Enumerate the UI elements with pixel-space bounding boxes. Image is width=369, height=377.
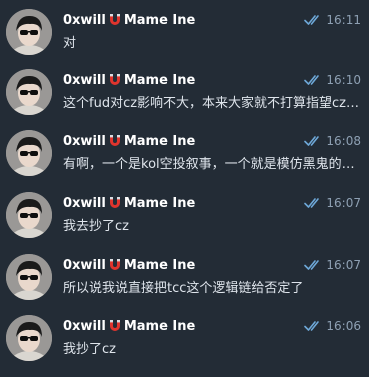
sender-name[interactable]: 0xwill Mame Ine — [63, 71, 195, 89]
chat-message[interactable]: 0xwill Mame Ine 16:08 有啊，一个是kol空投叙事，一个就是… — [0, 130, 369, 192]
avatar-image — [6, 69, 52, 115]
message-meta: 16:08 — [304, 132, 361, 150]
double-check-icon — [304, 136, 320, 146]
sender-name-suffix: Mame Ine — [123, 12, 196, 28]
double-check-icon — [304, 198, 320, 208]
sender-name[interactable]: 0xwill Mame Ine — [63, 317, 195, 335]
message-time: 16:07 — [326, 196, 361, 210]
double-check-icon — [304, 15, 320, 25]
message-text: 我抄了cz — [63, 342, 116, 357]
message-meta: 16:07 — [304, 256, 361, 274]
avatar-image — [6, 254, 52, 300]
message-time: 16:07 — [326, 258, 361, 272]
chat-message[interactable]: 0xwill Mame Ine 16:10 这个fud对cz影响不大，本来大家就… — [0, 69, 369, 131]
chat-message-list: 0xwill Mame Ine 16:11 对 0xwill Mame Ine … — [0, 0, 369, 369]
chat-message[interactable]: 0xwill Mame Ine 16:06 我抄了cz — [0, 315, 369, 377]
sender-name-prefix: 0xwill — [63, 133, 106, 149]
avatar[interactable] — [6, 254, 52, 300]
message-text: 这个fud对cz影响不大，本来大家就不打算指望cz亲自下场 — [63, 96, 363, 111]
double-check-icon — [304, 321, 320, 331]
double-check-icon — [304, 260, 320, 270]
magnet-icon — [109, 197, 120, 208]
message-time: 16:11 — [326, 13, 361, 27]
avatar-image — [6, 192, 52, 238]
sender-name-suffix: Mame Ine — [123, 195, 196, 211]
avatar[interactable] — [6, 130, 52, 176]
message-meta: 16:07 — [304, 194, 361, 212]
sender-name-prefix: 0xwill — [63, 72, 106, 88]
message-meta: 16:11 — [304, 11, 361, 29]
sender-name-suffix: Mame Ine — [123, 72, 196, 88]
message-text: 我去抄了cz — [63, 219, 129, 234]
avatar[interactable] — [6, 9, 52, 55]
message-text: 所以说我说直接把tcc这个逻辑链给否定了 — [63, 281, 304, 296]
avatar-image — [6, 130, 52, 176]
magnet-icon — [109, 135, 120, 146]
message-meta: 16:10 — [304, 71, 361, 89]
sender-name[interactable]: 0xwill Mame Ine — [63, 11, 195, 29]
sender-name[interactable]: 0xwill Mame Ine — [63, 194, 195, 212]
sender-name-prefix: 0xwill — [63, 12, 106, 28]
magnet-icon — [109, 259, 120, 270]
sender-name-prefix: 0xwill — [63, 318, 106, 334]
avatar[interactable] — [6, 192, 52, 238]
sender-name-suffix: Mame Ine — [123, 318, 196, 334]
chat-message[interactable]: 0xwill Mame Ine 16:07 我去抄了cz — [0, 192, 369, 254]
sender-name-suffix: Mame Ine — [123, 133, 196, 149]
magnet-icon — [109, 320, 120, 331]
chat-message[interactable]: 0xwill Mame Ine 16:07 所以说我说直接把tcc这个逻辑链给否… — [0, 254, 369, 316]
avatar-image — [6, 315, 52, 361]
message-meta: 16:06 — [304, 317, 361, 335]
message-time: 16:06 — [326, 319, 361, 333]
message-time: 16:10 — [326, 73, 361, 87]
message-time: 16:08 — [326, 134, 361, 148]
sender-name[interactable]: 0xwill Mame Ine — [63, 132, 195, 150]
sender-name-suffix: Mame Ine — [123, 257, 196, 273]
message-text: 对 — [63, 36, 77, 51]
avatar[interactable] — [6, 69, 52, 115]
sender-name[interactable]: 0xwill Mame Ine — [63, 256, 195, 274]
double-check-icon — [304, 75, 320, 85]
sender-name-prefix: 0xwill — [63, 257, 106, 273]
chat-message[interactable]: 0xwill Mame Ine 16:11 对 — [0, 9, 369, 71]
avatar[interactable] — [6, 315, 52, 361]
message-text: 有啊，一个是kol空投叙事，一个就是模仿黑鬼的纯情绪 — [63, 157, 363, 172]
magnet-icon — [109, 14, 120, 25]
avatar-image — [6, 9, 52, 55]
magnet-icon — [109, 74, 120, 85]
sender-name-prefix: 0xwill — [63, 195, 106, 211]
